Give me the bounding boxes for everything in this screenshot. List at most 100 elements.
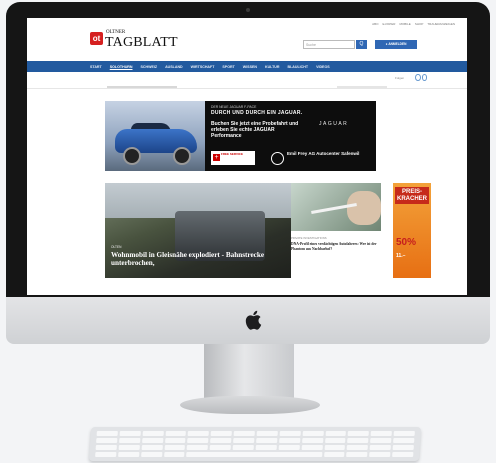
keyboard-key [393, 431, 415, 436]
keyboard-key [140, 452, 163, 457]
lead-article[interactable]: OLTEN Wohnmobil in Gleisnähe explodiert … [105, 183, 291, 278]
keyboard-key [187, 431, 210, 436]
keyboard-key [165, 431, 187, 436]
keyboard-key [392, 445, 414, 450]
ad-dealer: Emil Frey AG Autocenter Safenwil [287, 151, 360, 156]
keyboard-key [301, 445, 323, 450]
follow-label: Folgen [395, 76, 405, 80]
keyboard-key [347, 438, 369, 443]
login-button[interactable]: ● ANMELDEN [375, 40, 417, 49]
secondary-article-image[interactable] [291, 183, 381, 231]
menu-item-videos[interactable]: VIDEOS [316, 65, 330, 69]
keyboard-key [141, 445, 163, 450]
ad-tagline: DER NEUE JAGUAR F-PACE [211, 105, 257, 109]
lead-article-title[interactable]: Wohnmobil in Gleisnähe explodiert - Bahn… [111, 251, 287, 267]
ad-car-image [105, 101, 205, 171]
utility-link-shop[interactable]: SHOP [415, 22, 424, 26]
keyboard-key [119, 431, 141, 436]
menu-item-kultur[interactable]: KULTUR [265, 65, 280, 69]
monitor-stand-base [180, 396, 320, 414]
keyboard-key [301, 438, 323, 443]
keyboard-key [142, 431, 164, 436]
keyboard-key [164, 445, 186, 450]
swiss-cross-icon: + [213, 154, 220, 161]
keyboard-key [302, 431, 324, 436]
keyboard [88, 427, 422, 461]
sub-bar [27, 72, 467, 89]
secondary-article-title[interactable]: DNA-Profil eines verdächtigen Autofahrer… [291, 242, 381, 251]
search-icon[interactable]: Q [356, 40, 367, 49]
utility-links: ABO E-PAPER MOBILE SHOP TRAUERANZEIGEN [372, 22, 455, 26]
search-input[interactable]: Suche [303, 40, 355, 49]
keyboard-key [232, 445, 254, 450]
ad-cta[interactable]: Buchen Sie jetzt eine Probefahrt und erl… [211, 121, 301, 139]
ad-banner[interactable]: DER NEUE JAGUAR F-PACE DURCH UND DURCH E… [105, 101, 376, 171]
keyboard-key [210, 438, 232, 443]
utility-link-epaper[interactable]: E-PAPER [383, 22, 396, 26]
keyboard-key [324, 438, 346, 443]
keyboard-key [279, 431, 301, 436]
keyboard-key [141, 438, 163, 443]
ad-headline: DURCH UND DURCH EIN JAGUAR. [211, 110, 303, 116]
keyboard-key [118, 438, 141, 443]
menu-item-schweiz[interactable]: SCHWEIZ [140, 65, 157, 69]
keyboard-key [95, 452, 117, 457]
keyboard-key [256, 431, 278, 436]
keyboard-key [233, 438, 255, 443]
menu-item-wissen[interactable]: WISSEN [243, 65, 257, 69]
social-icons [415, 74, 427, 81]
keyboard-key [163, 452, 185, 457]
utility-link-abo[interactable]: ABO [372, 22, 378, 26]
menu-item-start[interactable]: START [90, 65, 102, 69]
utility-link-trauer[interactable]: TRAUERANZEIGEN [427, 22, 455, 26]
menu-item-sport[interactable]: SPORT [222, 65, 234, 69]
keyboard-key [164, 438, 186, 443]
date-line [337, 86, 387, 88]
keyboard-key [347, 445, 369, 450]
keyboard-key [255, 445, 277, 450]
promo-price: 11.– [396, 253, 406, 259]
twitter-icon[interactable] [421, 74, 427, 81]
car-wheel [123, 147, 141, 165]
keyboard-key [323, 452, 345, 457]
promo-percent: 50% [396, 237, 417, 248]
apple-icon [245, 310, 262, 330]
ad-text-panel: DER NEUE JAGUAR F-PACE DURCH UND DURCH E… [205, 101, 376, 171]
keyboard-key [393, 438, 415, 443]
keyboard-key [370, 438, 392, 443]
keyboard-key [186, 452, 323, 457]
keyboard-key [210, 431, 233, 436]
keyboard-key [187, 445, 209, 450]
keyboard-key [278, 445, 300, 450]
promo-ad[interactable]: PREIS-KRACHER 50% 11.– [393, 183, 431, 278]
keyboard-key [370, 431, 393, 436]
breadcrumb [107, 86, 177, 88]
secondary-article-kicker: PRIVATE INVESTIGATIONS [291, 236, 327, 240]
keyboard-key [347, 431, 370, 436]
logo-badge[interactable]: ot [90, 32, 103, 45]
keyboard-key [95, 445, 117, 450]
ad-brand-logo: JAGUAR [319, 121, 349, 127]
keyboard-key [256, 438, 278, 443]
menu-item-wirtschaft[interactable]: WIRTSCHAFT [191, 65, 215, 69]
menu-item-blaulicht[interactable]: BLAULICHT [288, 65, 309, 69]
logo-main-text[interactable]: TAGBLATT [105, 35, 178, 51]
keyboard-key [233, 431, 255, 436]
main-menu: START SOLOTHURN SCHWEIZ AUSLAND WIRTSCHA… [27, 61, 467, 72]
keyboard-key [118, 445, 140, 450]
keyboard-key [209, 445, 232, 450]
camera-icon [246, 8, 250, 12]
car-wheel [173, 147, 191, 165]
login-label: ANMELDEN [388, 42, 407, 46]
dealer-logo-icon [271, 152, 284, 165]
glove-image [347, 191, 381, 225]
keyboard-key [278, 438, 301, 443]
keyboard-key [187, 438, 209, 443]
keyboard-key [117, 452, 140, 457]
keyboard-keys [95, 431, 415, 457]
keyboard-key [369, 445, 392, 450]
utility-link-mobile[interactable]: MOBILE [399, 22, 410, 26]
menu-item-solothurn[interactable]: SOLOTHURN [110, 65, 133, 69]
facebook-icon[interactable] [415, 74, 421, 81]
menu-item-ausland[interactable]: AUSLAND [165, 65, 183, 69]
